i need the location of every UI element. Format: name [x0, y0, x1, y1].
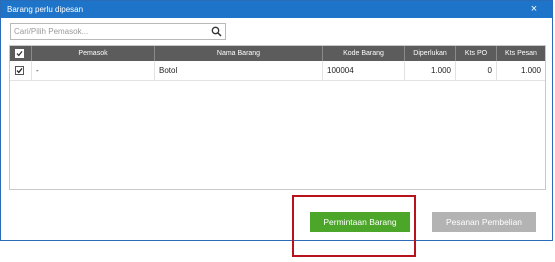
- check-icon: [16, 67, 23, 74]
- pesanan-pembelian-button[interactable]: Pesanan Pembelian: [432, 212, 536, 232]
- column-header-kts-pesan[interactable]: Kts Pesan: [497, 46, 545, 61]
- column-header-kode-barang[interactable]: Kode Barang: [323, 46, 405, 61]
- supplier-search-input[interactable]: [14, 25, 204, 38]
- dialog-window: Barang perlu dipesan × Pemasok Nama Bara…: [0, 0, 553, 241]
- column-header-diperlukan[interactable]: Diperlukan: [405, 46, 456, 61]
- row-checkbox[interactable]: [15, 66, 24, 75]
- items-grid: Pemasok Nama Barang Kode Barang Diperluk…: [9, 45, 546, 190]
- check-icon: [16, 50, 23, 57]
- close-icon[interactable]: ×: [526, 2, 542, 17]
- window-title: Barang perlu dipesan: [7, 5, 84, 14]
- search-icon[interactable]: [211, 26, 222, 37]
- table-header: Pemasok Nama Barang Kode Barang Diperluk…: [10, 46, 545, 61]
- cell-kts-po: 0: [456, 61, 497, 80]
- row-check-cell: [10, 61, 32, 80]
- cell-kts-pesan[interactable]: 1.000: [497, 61, 545, 80]
- column-header-pemasok[interactable]: Pemasok: [32, 46, 155, 61]
- header-check-cell: [10, 46, 32, 61]
- cell-diperlukan: 1.000: [405, 61, 456, 80]
- table-row[interactable]: - Botol 100004 1.000 0 1.000: [10, 61, 545, 81]
- cell-nama-barang: Botol: [155, 61, 323, 80]
- title-bar[interactable]: Barang perlu dipesan ×: [1, 1, 552, 18]
- column-header-nama-barang[interactable]: Nama Barang: [155, 46, 323, 61]
- cell-kode-barang: 100004: [323, 61, 405, 80]
- highlight-annotation-box: [292, 195, 416, 257]
- supplier-search-field[interactable]: [10, 23, 226, 40]
- cell-pemasok: -: [32, 61, 155, 80]
- column-header-kts-po[interactable]: Kts PO: [456, 46, 497, 61]
- select-all-checkbox[interactable]: [15, 49, 24, 58]
